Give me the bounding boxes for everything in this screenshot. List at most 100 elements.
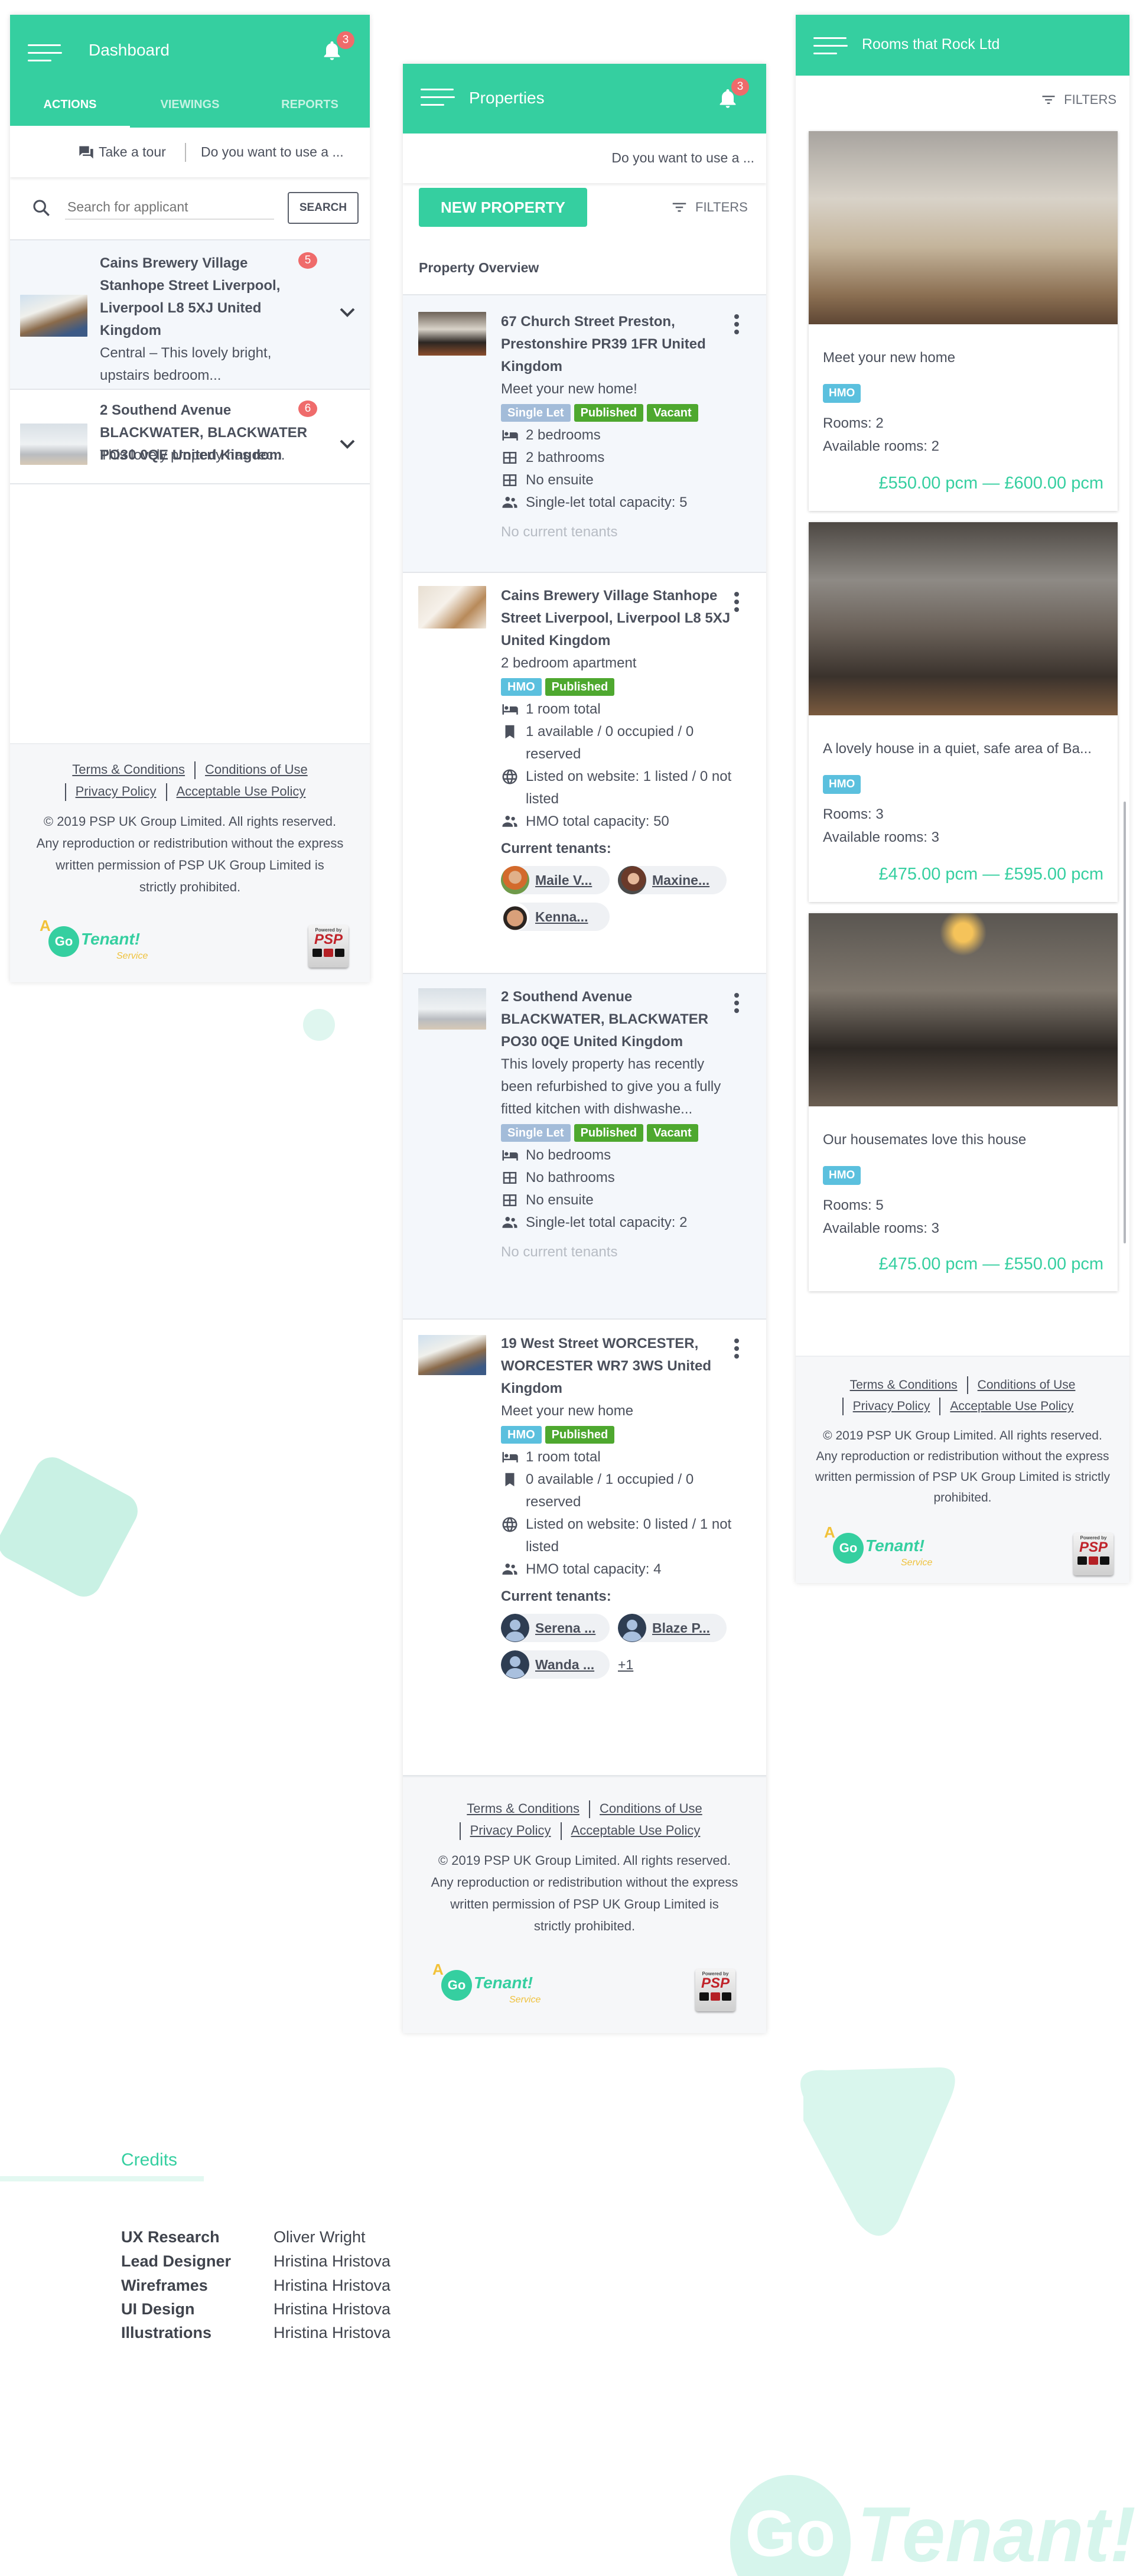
conditions-link[interactable]: Conditions of Use [196,762,317,777]
property-thumbnail [20,424,87,465]
gotenant-logo: A Go Tenant! Service [432,1961,541,2005]
tab-viewings[interactable]: VIEWINGS [130,86,250,128]
new-property-button[interactable]: NEW PROPERTY [419,188,587,227]
tenant-chip[interactable]: Serena ... [501,1614,610,1642]
gotenant-logo: A Go Tenant! Service [824,1523,933,1568]
filters-button[interactable]: FILTERS [1040,92,1116,108]
property-thumbnail [418,1335,486,1375]
conditions-link[interactable]: Conditions of Use [590,1801,712,1816]
count-badge: 6 [298,400,317,417]
feature-text: 0 available / 1 occupied / 0 reserved [526,1471,694,1510]
feature-text: No bathrooms [526,1170,615,1186]
menu-icon[interactable] [813,37,848,55]
room-description: Meet your new home [823,350,956,366]
tenant-chip[interactable]: Blaze P... [618,1614,727,1642]
people-icon [501,813,519,831]
terms-link[interactable]: Terms & Conditions [457,1801,589,1816]
count-badge: 5 [298,252,317,269]
use-prompt-link[interactable]: Do you want to use a ... [611,150,754,166]
feature-text: 1 room total [526,701,601,717]
room-card[interactable]: A lovely house in a quiet, safe area of … [809,522,1118,902]
property-thumbnail [20,295,87,337]
list-item[interactable]: Cains Brewery Village Stanhope Street Li… [10,239,370,390]
bed-icon [501,1448,519,1466]
use-prompt-link[interactable]: Do you want to use a ... [201,144,344,160]
property-card[interactable]: 2 Southend Avenue BLACKWATER, BLACKWATER… [403,974,766,1320]
property-card[interactable]: Cains Brewery Village Stanhope Street Li… [403,573,766,974]
tag-published: Published [574,404,644,422]
tenant-chip[interactable]: Kenna... [501,903,610,931]
acceptable-use-link[interactable]: Acceptable Use Policy [562,1823,710,1838]
people-icon [501,1561,519,1578]
rooms-screen: Rooms that Rock Ltd FILTERS Meet your ne… [796,15,1129,1583]
tenant-avatar [501,866,529,894]
tour-bar: Take a tour Do you want to use a ... [10,128,370,177]
tab-reports[interactable]: REPORTS [250,86,370,128]
tenant-chip[interactable]: Wanda ... [501,1650,610,1679]
privacy-link[interactable]: Privacy Policy [66,784,166,799]
section-title: Property Overview [419,260,539,275]
room-photo [809,522,1118,715]
footer: Terms & Conditions Conditions of Use Priv… [403,1776,766,2033]
property-card[interactable]: 19 West Street WORCESTER, WORCESTER WR7 … [403,1320,766,1776]
take-a-tour-link[interactable]: Take a tour [99,144,166,160]
tag-vacant: Vacant [647,404,698,422]
chevron-down-icon[interactable] [340,439,355,449]
tag-published: Published [545,678,615,696]
tag-hmo: HMO [501,678,542,696]
tab-actions[interactable]: ACTIONS [10,86,130,128]
no-tenants-text: No current tenants [501,524,618,540]
terms-link[interactable]: Terms & Conditions [63,762,194,777]
globe-icon [501,1516,519,1533]
tag-published: Published [545,1426,615,1444]
property-thumbnail [418,988,486,1030]
bookmark-icon [501,1471,519,1489]
tenant-chip[interactable]: Maile V... [501,866,610,894]
page-title: Properties [469,89,545,107]
more-tenants-link[interactable]: +1 [618,1653,633,1676]
tenants-label: Current tenants: [501,841,611,857]
scrollbar[interactable] [1124,802,1126,1243]
filters-label: FILTERS [1064,92,1116,107]
tenant-chip[interactable]: Maxine... [618,866,727,894]
feature-text: Single-let total capacity: 5 [526,494,688,510]
dashboard-screen: Dashboard 3 ACTIONS VIEWINGS REPORTS Tak… [10,15,370,982]
search-icon [31,198,51,218]
acceptable-use-link[interactable]: Acceptable Use Policy [940,1399,1083,1413]
property-card[interactable]: 67 Church Street Preston, Prestonshire P… [403,294,766,573]
room-card[interactable]: Our housemates love this house HMO Rooms… [809,913,1118,1291]
menu-icon[interactable] [421,89,455,106]
app-header: Properties 3 [403,64,766,133]
privacy-link[interactable]: Privacy Policy [844,1399,940,1413]
divider [185,143,186,162]
item-title: Cains Brewery Village Stanhope Street Li… [100,255,281,338]
chevron-down-icon[interactable] [340,308,355,317]
people-icon [501,1214,519,1232]
feature-text: No bedrooms [526,1147,611,1163]
menu-icon[interactable] [28,44,62,62]
terms-link[interactable]: Terms & Conditions [841,1378,967,1392]
room-card[interactable]: Meet your new home HMO Rooms: 2 Availabl… [809,131,1118,511]
property-description: This lovely property has recently been r… [501,1056,721,1117]
gotenant-logo: A Go Tenant! Service [40,917,148,961]
globe-icon [501,768,519,786]
room-description: A lovely house in a quiet, safe area of … [823,741,1092,757]
conditions-link[interactable]: Conditions of Use [968,1378,1085,1392]
ensuite-icon [501,1191,519,1209]
acceptable-use-link[interactable]: Acceptable Use Policy [167,784,315,799]
filters-button[interactable]: FILTERS [670,198,748,216]
tag-hmo: HMO [823,1166,861,1185]
privacy-link[interactable]: Privacy Policy [461,1823,561,1838]
tour-bar: Do you want to use a ... [403,133,766,183]
search-input[interactable] [65,195,274,220]
people-icon [501,494,519,512]
search-button[interactable]: SEARCH [288,192,359,224]
list-item[interactable]: 2 Southend Avenue BLACKWATER, BLACKWATER… [10,390,370,484]
credit-row: Wireframes Hristina Hristova [121,2277,391,2294]
credits-title: Credits [121,2150,178,2170]
bed-icon [501,1147,519,1164]
bed-icon [501,701,519,718]
copyright: © 2019 PSP UK Group Limited. All rights … [431,1853,738,1933]
footer: Terms & Conditions Conditions of Use Priv… [796,1356,1129,1583]
default-avatar-icon [618,1614,646,1642]
